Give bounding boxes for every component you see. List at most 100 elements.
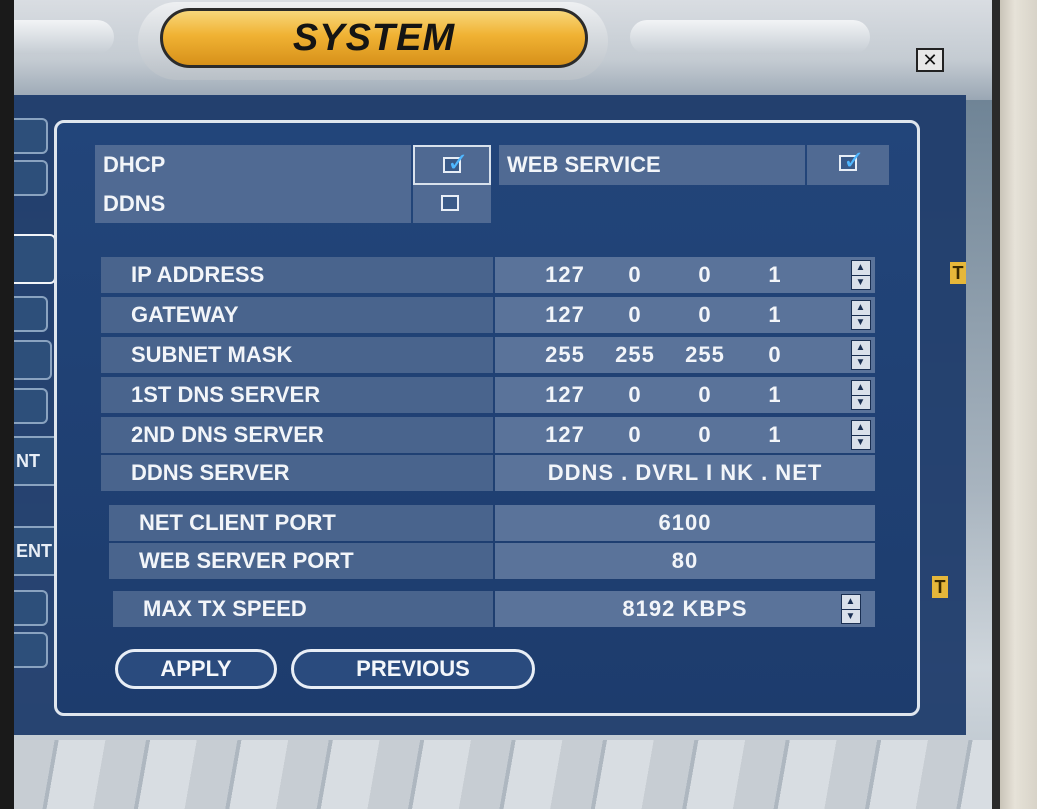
- sidebar-tab-9[interactable]: [14, 632, 48, 668]
- max-tx-speed-field[interactable]: 8192 KBPS ▲ ▼: [495, 591, 875, 627]
- spinner-down-icon[interactable]: ▼: [852, 274, 870, 290]
- close-icon: ✕: [922, 49, 938, 70]
- address-octet[interactable]: 1: [745, 297, 805, 333]
- ddns-checkbox[interactable]: [441, 195, 459, 211]
- address-octet[interactable]: 255: [605, 337, 665, 373]
- address-octet[interactable]: 127: [535, 297, 595, 333]
- web-server-port-label-cell: WEB SERVER PORT: [109, 543, 493, 579]
- previous-button[interactable]: PREVIOUS: [291, 649, 535, 689]
- spinner-up-icon[interactable]: ▲: [852, 341, 870, 355]
- address-octet[interactable]: 1: [745, 257, 805, 293]
- network-row-address-field[interactable]: 127 0 0 1 ▲ ▼: [495, 377, 875, 413]
- header-pill-left: [14, 20, 114, 54]
- network-row-label: 1ST DNS SERVER: [131, 382, 321, 407]
- network-row-address-field[interactable]: 127 0 0 1 ▲ ▼: [495, 297, 875, 333]
- web-service-label-cell: WEB SERVICE: [499, 145, 805, 185]
- sidebar-tab-2[interactable]: [14, 160, 48, 196]
- address-spinner[interactable]: ▲ ▼: [851, 300, 871, 330]
- monitor-bezel-left: [0, 0, 14, 809]
- address-octet[interactable]: 0: [605, 257, 665, 293]
- ddns-label-cell: DDNS: [95, 185, 411, 223]
- sidebar-tab-label: ENT: [16, 540, 52, 561]
- address-spinner[interactable]: ▲ ▼: [851, 380, 871, 410]
- address-spinner[interactable]: ▲ ▼: [851, 420, 871, 450]
- sidebar-tab-5[interactable]: [14, 388, 48, 424]
- net-client-port-label: NET CLIENT PORT: [139, 510, 336, 535]
- net-client-port-field[interactable]: 6100: [495, 505, 875, 541]
- camera-feed-floor: [14, 740, 1000, 809]
- network-row-label-cell: 2ND DNS SERVER: [101, 417, 493, 453]
- web-server-port-value: 80: [671, 548, 699, 573]
- ddns-label: DDNS: [103, 191, 166, 216]
- network-row-address-field[interactable]: 127 0 0 1 ▲ ▼: [495, 257, 875, 293]
- net-client-port-value: 6100: [658, 510, 712, 535]
- spinner-down-icon[interactable]: ▼: [842, 608, 860, 624]
- spinner-up-icon[interactable]: ▲: [852, 261, 870, 275]
- header-pill-right: [630, 20, 870, 54]
- t-marker-icon: T: [932, 576, 948, 598]
- address-octet[interactable]: 127: [535, 377, 595, 413]
- sidebar-tab-1[interactable]: [14, 118, 48, 154]
- apply-button[interactable]: APPLY: [115, 649, 277, 689]
- ddns-server-field[interactable]: DDNS . DVRL I NK . NET: [495, 455, 875, 491]
- address-octet[interactable]: 0: [605, 377, 665, 413]
- dhcp-checkbox-area[interactable]: ✓: [413, 145, 491, 185]
- spinner-up-icon[interactable]: ▲: [852, 301, 870, 315]
- dhcp-label: DHCP: [103, 152, 166, 177]
- address-octet[interactable]: 0: [605, 297, 665, 333]
- t-marker-label: T: [952, 262, 964, 283]
- t-marker-label: T: [934, 576, 946, 597]
- max-tx-speed-spinner[interactable]: ▲ ▼: [841, 594, 861, 624]
- web-server-port-field[interactable]: 80: [495, 543, 875, 579]
- network-row-label-cell: SUBNET MASK: [101, 337, 493, 373]
- title-capsule: SYSTEM: [160, 8, 588, 68]
- network-settings-panel: DHCP ✓ WEB SERVICE ✓ DDNS IP ADDRESS 127 0…: [54, 120, 920, 716]
- spinner-down-icon[interactable]: ▼: [852, 314, 870, 330]
- previous-button-label: PREVIOUS: [356, 656, 470, 681]
- address-octet[interactable]: 127: [535, 257, 595, 293]
- sidebar-tab-3[interactable]: [14, 296, 48, 332]
- page-title: SYSTEM: [292, 16, 456, 59]
- network-row-label: 2ND DNS SERVER: [131, 422, 324, 447]
- network-row-label: GATEWAY: [131, 302, 239, 327]
- address-octet[interactable]: 0: [675, 377, 735, 413]
- spinner-up-icon[interactable]: ▲: [842, 595, 860, 609]
- network-row-label: IP ADDRESS: [131, 262, 265, 287]
- ddns-checkbox-area[interactable]: [413, 185, 491, 223]
- address-octet[interactable]: 0: [675, 257, 735, 293]
- apply-button-label: APPLY: [160, 656, 232, 681]
- address-octet[interactable]: 1: [745, 377, 805, 413]
- max-tx-speed-value: 8192 KBPS: [622, 596, 748, 621]
- network-row-address-field[interactable]: 255 255 255 0 ▲ ▼: [495, 337, 875, 373]
- spinner-up-icon[interactable]: ▲: [852, 421, 870, 435]
- address-octet[interactable]: 0: [605, 417, 665, 453]
- net-client-port-label-cell: NET CLIENT PORT: [109, 505, 493, 541]
- spinner-down-icon[interactable]: ▼: [852, 394, 870, 410]
- ddns-server-label: DDNS SERVER: [131, 460, 290, 485]
- spinner-up-icon[interactable]: ▲: [852, 381, 870, 395]
- address-spinner[interactable]: ▲ ▼: [851, 260, 871, 290]
- monitor-bezel-right: [1000, 0, 1037, 809]
- sidebar-tab-4[interactable]: [14, 340, 52, 380]
- address-octet[interactable]: 0: [675, 417, 735, 453]
- network-row-label: SUBNET MASK: [131, 342, 293, 367]
- address-octet[interactable]: 0: [745, 337, 805, 373]
- address-octet[interactable]: 255: [675, 337, 735, 373]
- network-row-label-cell: IP ADDRESS: [101, 257, 493, 293]
- spinner-down-icon[interactable]: ▼: [852, 434, 870, 450]
- address-octet[interactable]: 255: [535, 337, 595, 373]
- address-octet[interactable]: 127: [535, 417, 595, 453]
- address-octet[interactable]: 0: [675, 297, 735, 333]
- sidebar-tab-selected[interactable]: [14, 234, 56, 284]
- dhcp-label-cell: DHCP: [95, 145, 411, 185]
- address-octet[interactable]: 1: [745, 417, 805, 453]
- web-service-checkbox-area[interactable]: ✓: [807, 145, 889, 185]
- spinner-down-icon[interactable]: ▼: [852, 354, 870, 370]
- sidebar-tab-8[interactable]: [14, 590, 48, 626]
- address-spinner[interactable]: ▲ ▼: [851, 340, 871, 370]
- close-button[interactable]: ✕: [916, 48, 944, 72]
- max-tx-speed-label-cell: MAX TX SPEED: [113, 591, 493, 627]
- t-marker-icon: T: [950, 262, 966, 284]
- sidebar-tab-label: NT: [16, 450, 40, 471]
- network-row-address-field[interactable]: 127 0 0 1 ▲ ▼: [495, 417, 875, 453]
